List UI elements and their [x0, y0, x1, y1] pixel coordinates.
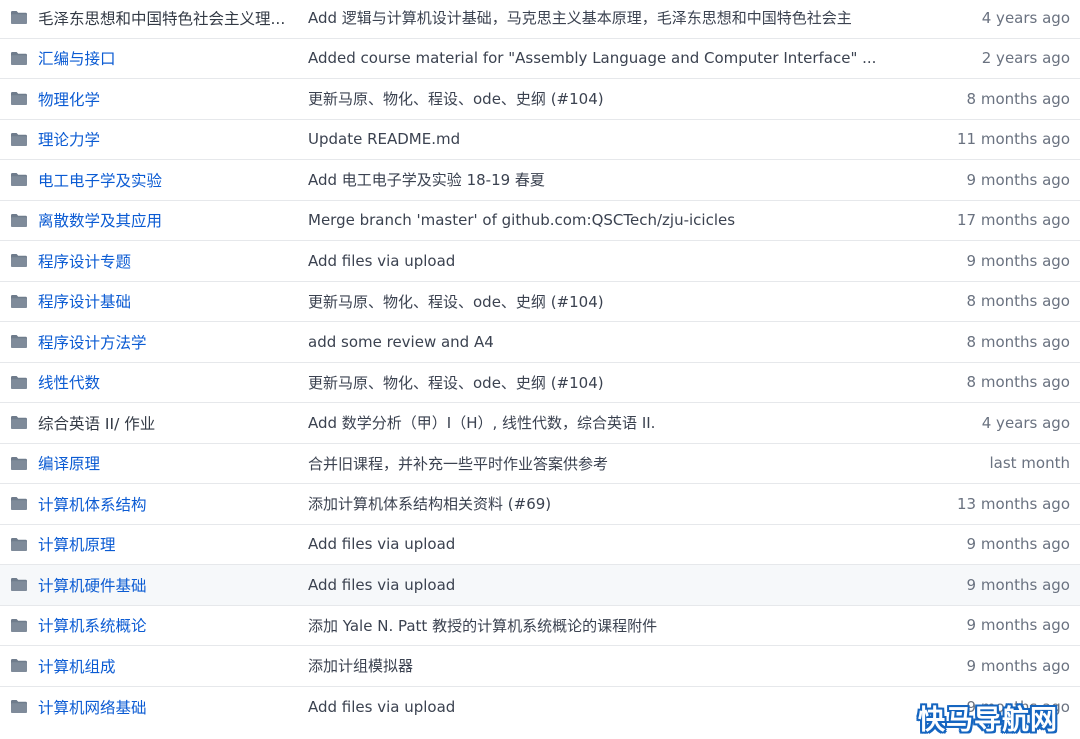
commit-message-link[interactable]: Add files via upload [308, 252, 908, 270]
commit-age: 9 months ago [966, 575, 1070, 594]
folder-name-link[interactable]: 计算机网络基础 [38, 696, 308, 718]
folder-icon [0, 416, 38, 430]
folder-icon [0, 700, 38, 714]
folder-name-link[interactable]: 程序设计方法学 [38, 331, 308, 353]
commit-message-link[interactable]: 添加计组模拟器 [308, 655, 908, 676]
commit-message-link[interactable]: 添加 Yale N. Patt 教授的计算机系统概论的课程附件 [308, 615, 908, 636]
table-row[interactable]: 物理化学 更新马原、物化、程设、ode、史纲 (#104) 8 months ago [0, 79, 1080, 120]
commit-age: 11 months ago [956, 130, 1070, 149]
folder-name-link[interactable]: 计算机原理 [38, 533, 308, 555]
table-row[interactable]: 编译原理 合并旧课程，并补充一些平时作业答案供参考 last month [0, 444, 1080, 484]
commit-age: last month [989, 454, 1070, 473]
folder-icon [0, 335, 38, 349]
folder-icon [0, 132, 38, 146]
table-row[interactable]: 计算机系统概论 添加 Yale N. Patt 教授的计算机系统概论的课程附件 9 … [0, 606, 1080, 646]
commit-age: 8 months ago [966, 332, 1070, 351]
folder-name-link[interactable]: 综合英语 II/ 作业 [38, 412, 308, 434]
table-row[interactable]: 计算机体系结构 添加计算机体系结构相关资料 (#69) 13 months ago [0, 484, 1080, 525]
table-row[interactable]: 线性代数 更新马原、物化、程设、ode、史纲 (#104) 8 months ago [0, 363, 1080, 403]
folder-name-link[interactable]: 汇编与接口 [38, 47, 308, 69]
folder-icon [0, 254, 38, 268]
folder-name-link[interactable]: 程序设计专题 [38, 250, 308, 272]
commit-message-link[interactable]: Add 逻辑与计算机设计基础，马克思主义基本原理，毛泽东思想和中国特色社会主 [308, 7, 908, 28]
commit-age: 17 months ago [956, 211, 1070, 230]
commit-age: 8 months ago [966, 373, 1070, 392]
table-row[interactable]: 毛泽东思想和中国特色社会主义理... Add 逻辑与计算机设计基础，马克思主义基本… [0, 0, 1080, 39]
commit-age: 9 months ago [966, 535, 1070, 554]
folder-icon [0, 578, 38, 592]
commit-message-link[interactable]: 更新马原、物化、程设、ode、史纲 (#104) [308, 372, 908, 393]
commit-age: 2 years ago [981, 49, 1070, 68]
folder-icon [0, 294, 38, 308]
commit-age: 9 months ago [966, 656, 1070, 675]
commit-message-link[interactable]: Update README.md [308, 130, 908, 148]
folder-icon [0, 497, 38, 511]
folder-name-link[interactable]: 计算机硬件基础 [38, 574, 308, 596]
table-row[interactable]: 程序设计方法学 add some review and A4 8 months ag… [0, 322, 1080, 363]
commit-age: 9 months ago [966, 616, 1070, 635]
folder-icon [0, 618, 38, 632]
folder-icon [0, 456, 38, 470]
table-row[interactable]: 汇编与接口 Added course material for "Assembly… [0, 39, 1080, 79]
folder-name-link[interactable]: 离散数学及其应用 [38, 209, 308, 231]
table-row[interactable]: 计算机组成 添加计组模拟器 9 months ago [0, 646, 1080, 687]
commit-message-link[interactable]: 更新马原、物化、程设、ode、史纲 (#104) [308, 291, 908, 312]
commit-message-link[interactable]: Add 数学分析（甲）I（H）, 线性代数，综合英语 II. [308, 412, 908, 433]
commit-message-link[interactable]: Merge branch 'master' of github.com:QSCT… [308, 211, 908, 229]
folder-name-link[interactable]: 编译原理 [38, 452, 308, 474]
table-row[interactable]: 计算机网络基础 Add files via upload 9 months ago [0, 687, 1080, 728]
table-row[interactable]: 程序设计专题 Add files via upload 9 months ago [0, 241, 1080, 282]
commit-age: 8 months ago [966, 292, 1070, 311]
table-row[interactable]: 综合英语 II/ 作业 Add 数学分析（甲）I（H）, 线性代数，综合英语 II… [0, 403, 1080, 444]
table-row[interactable]: 电工电子学及实验 Add 电工电子学及实验 18-19 春夏 9 months ag… [0, 160, 1080, 201]
commit-message-link[interactable]: 添加计算机体系结构相关资料 (#69) [308, 493, 908, 514]
commit-age: 4 years ago [981, 413, 1070, 432]
folder-icon [0, 375, 38, 389]
folder-name-link[interactable]: 计算机系统概论 [38, 614, 308, 636]
commit-age: 9 months ago [966, 170, 1070, 189]
folder-name-link[interactable]: 计算机体系结构 [38, 493, 308, 515]
folder-name-link[interactable]: 电工电子学及实验 [38, 169, 308, 191]
folder-icon [0, 213, 38, 227]
commit-message-link[interactable]: Added course material for "Assembly Lang… [308, 49, 908, 67]
commit-message-link[interactable]: add some review and A4 [308, 333, 908, 351]
commit-message-link[interactable]: Add files via upload [308, 576, 908, 594]
table-row[interactable]: 计算机硬件基础 Add files via upload 9 months ago [0, 565, 1080, 606]
folder-name-link[interactable]: 程序设计基础 [38, 290, 308, 312]
commit-age: 9 months ago [966, 251, 1070, 270]
folder-name-link[interactable]: 线性代数 [38, 371, 308, 393]
commit-age: 13 months ago [956, 494, 1070, 513]
folder-icon [0, 51, 38, 65]
folder-name-link[interactable]: 理论力学 [38, 128, 308, 150]
commit-message-link[interactable]: 合并旧课程，并补充一些平时作业答案供参考 [308, 453, 908, 474]
folder-icon [0, 659, 38, 673]
commit-message-link[interactable]: Add files via upload [308, 535, 908, 553]
table-row[interactable]: 离散数学及其应用 Merge branch 'master' of github.… [0, 201, 1080, 241]
commit-age: 4 years ago [981, 8, 1070, 27]
folder-name-link[interactable]: 计算机组成 [38, 655, 308, 677]
folder-name-link[interactable]: 毛泽东思想和中国特色社会主义理... [38, 7, 308, 29]
commit-message-link[interactable]: Add 电工电子学及实验 18-19 春夏 [308, 169, 908, 190]
commit-message-link[interactable]: Add files via upload [308, 698, 908, 716]
folder-name-link[interactable]: 物理化学 [38, 88, 308, 110]
table-row[interactable]: 计算机原理 Add files via upload 9 months ago [0, 525, 1080, 565]
file-list: 毛泽东思想和中国特色社会主义理... Add 逻辑与计算机设计基础，马克思主义基本… [0, 0, 1080, 737]
folder-icon [0, 11, 38, 25]
folder-icon [0, 173, 38, 187]
table-row[interactable]: 理论力学 Update README.md 11 months ago [0, 120, 1080, 160]
folder-icon [0, 92, 38, 106]
commit-age: 8 months ago [966, 89, 1070, 108]
commit-message-link[interactable]: 更新马原、物化、程设、ode、史纲 (#104) [308, 88, 908, 109]
commit-age: 9 months ago [966, 697, 1070, 716]
table-row[interactable]: 程序设计基础 更新马原、物化、程设、ode、史纲 (#104) 8 months a… [0, 282, 1080, 322]
folder-icon [0, 537, 38, 551]
